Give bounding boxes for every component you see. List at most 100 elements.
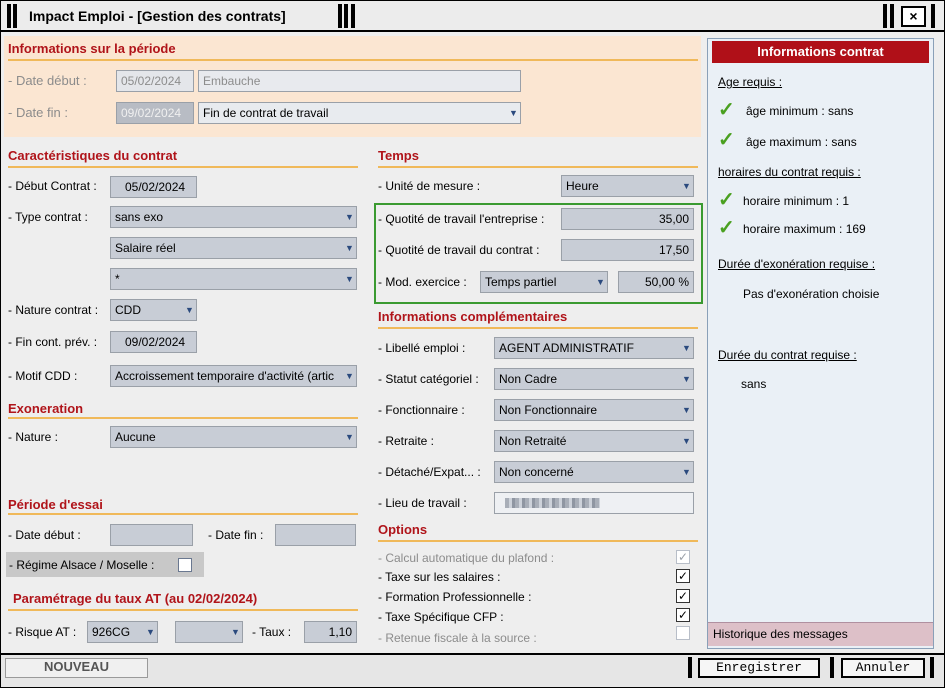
horaire-min: horaire minimum : 1 [743,194,850,208]
complementaires-divider [378,327,698,329]
title-grip-right [883,4,887,28]
option-checkbox-1[interactable]: ✓ [676,569,690,583]
motif-cdd-value: Accroissement temporaire d'activité (art… [115,369,335,383]
risque-at-secondary-select[interactable]: ▼ [175,621,243,643]
type-contrat-label: - Type contrat : [8,210,88,224]
type-contrat-select[interactable]: sans exo ▼ [110,206,357,228]
chevron-down-icon: ▼ [345,243,354,253]
footer-grip-2 [830,657,834,678]
detache-value: Non concerné [499,465,574,479]
exo-nature-select[interactable]: Aucune ▼ [110,426,357,448]
alsace-label: - Régime Alsace / Moselle : [9,558,155,572]
chevron-down-icon: ▼ [345,274,354,284]
essai-date-fin-field[interactable] [275,524,356,546]
third-select[interactable]: * ▼ [110,268,357,290]
debut-contrat-field[interactable]: 05/02/2024 [110,176,197,198]
duree-contrat-title: Durée du contrat requise : [718,348,857,362]
check-icon: ✓ [718,129,735,151]
debut-contrat-label: - Début Contrat : [8,179,97,193]
quotite-entreprise-field[interactable]: 35,00 [561,208,694,230]
option-label-2: - Formation Professionnelle : [378,590,532,604]
nouveau-button[interactable]: NOUVEAU [5,658,148,678]
lieu-travail-label: - Lieu de travail : [378,496,467,510]
chevron-down-icon: ▼ [682,467,691,477]
option-label-4: - Retenue fiscale à la source : [378,631,537,645]
risque-at-select[interactable]: 926CG ▼ [87,621,158,643]
mod-exercice-label: - Mod. exercice : [378,275,467,289]
alsace-checkbox[interactable] [178,558,192,572]
mod-exercice-select[interactable]: Temps partiel ▼ [480,271,608,293]
duree-exo-title: Durée d'exonération requise : [718,257,876,271]
chevron-down-icon: ▼ [682,436,691,446]
libelle-emploi-label: - Libellé emploi : [378,341,466,355]
option-label-0: - Calcul automatique du plafond : [378,551,555,565]
title-grip-mid-2 [344,4,348,28]
quotite-contrat-field[interactable]: 17,50 [561,239,694,261]
nature-contrat-select[interactable]: CDD ▼ [110,299,197,321]
chevron-down-icon: ▼ [185,305,194,315]
window-title: Impact Emploi - [Gestion des contrats] [29,8,286,24]
exoneration-divider [8,417,358,419]
periode-date-fin-type-value: Fin de contrat de travail [203,106,329,120]
nature-contrat-value: CDD [115,303,141,317]
retraite-select[interactable]: Non Retraité ▼ [494,430,694,452]
redacted-text [505,498,600,508]
detache-select[interactable]: Non concerné ▼ [494,461,694,483]
option-checkbox-0[interactable]: ✓ [676,550,690,564]
caracteristiques-title: Caractéristiques du contrat [8,148,178,163]
title-bar[interactable]: Impact Emploi - [Gestion des contrats] × [1,1,944,32]
periode-date-fin-type-select[interactable]: Fin de contrat de travail ▼ [198,102,521,124]
periode-date-fin-field[interactable]: 09/02/2024 [116,102,194,124]
fin-cont-prev-field[interactable]: 09/02/2024 [110,331,197,353]
title-grip-mid-3 [351,4,355,28]
annuler-button[interactable]: Annuler [841,658,925,678]
option-checkbox-3[interactable]: ✓ [676,608,690,622]
option-label-1: - Taxe sur les salaires : [378,570,501,584]
taux-at-title: Paramétrage du taux AT (au 02/02/2024) [13,591,258,606]
exo-nature-value: Aucune [115,430,156,444]
mod-percent-field[interactable]: 50,00 % [618,271,694,293]
retraite-label: - Retraite : [378,434,435,448]
taux-label: - Taux : [252,625,292,639]
exo-nature-label: - Nature : [8,430,59,444]
duree-contrat-value: sans [741,377,767,391]
option-checkbox-4[interactable] [676,626,690,640]
fonctionnaire-select[interactable]: Non Fonctionnaire ▼ [494,399,694,421]
periode-date-debut-field[interactable]: 05/02/2024 [116,70,194,92]
salaire-select[interactable]: Salaire réel ▼ [110,237,357,259]
unite-value: Heure [566,179,599,193]
close-button[interactable]: × [901,6,926,27]
chevron-down-icon: ▼ [682,181,691,191]
periode-date-debut-label: - Date début : [8,73,87,88]
chevron-down-icon: ▼ [682,343,691,353]
duree-exo-value: Pas d'exonération choisie [743,287,880,301]
exoneration-title: Exoneration [8,401,84,416]
statut-select[interactable]: Non Cadre ▼ [494,368,694,390]
options-title: Options [378,522,428,537]
periode-date-debut-type[interactable]: Embauche [198,70,521,92]
options-divider [378,540,698,542]
chevron-down-icon: ▼ [596,277,605,287]
unite-label: - Unité de mesure : [378,179,481,193]
essai-date-debut-field[interactable] [110,524,193,546]
statut-label: - Statut catégoriel : [378,372,479,386]
horaire-max: horaire maximum : 169 [743,222,866,236]
sidebar-title: Informations contrat [712,41,929,63]
fonctionnaire-label: - Fonctionnaire : [378,403,465,417]
taux-at-divider [8,609,358,611]
essai-divider [8,513,358,515]
option-checkbox-2[interactable]: ✓ [676,589,690,603]
salaire-value: Salaire réel [115,241,176,255]
motif-cdd-select[interactable]: Accroissement temporaire d'activité (art… [110,365,357,387]
historique-label[interactable]: Historique des messages [713,627,848,641]
taux-field[interactable]: 1,10 [304,621,357,643]
chevron-down-icon: ▼ [345,371,354,381]
chevron-down-icon: ▼ [146,627,155,637]
title-grip-right-2 [890,4,894,28]
unite-select[interactable]: Heure ▼ [561,175,694,197]
quotite-contrat-label: - Quotité de travail du contrat : [378,243,540,257]
periode-divider [8,59,698,61]
lieu-travail-field[interactable] [494,492,694,514]
libelle-emploi-select[interactable]: AGENT ADMINISTRATIF ▼ [494,337,694,359]
enregistrer-button[interactable]: Enregistrer [698,658,820,678]
